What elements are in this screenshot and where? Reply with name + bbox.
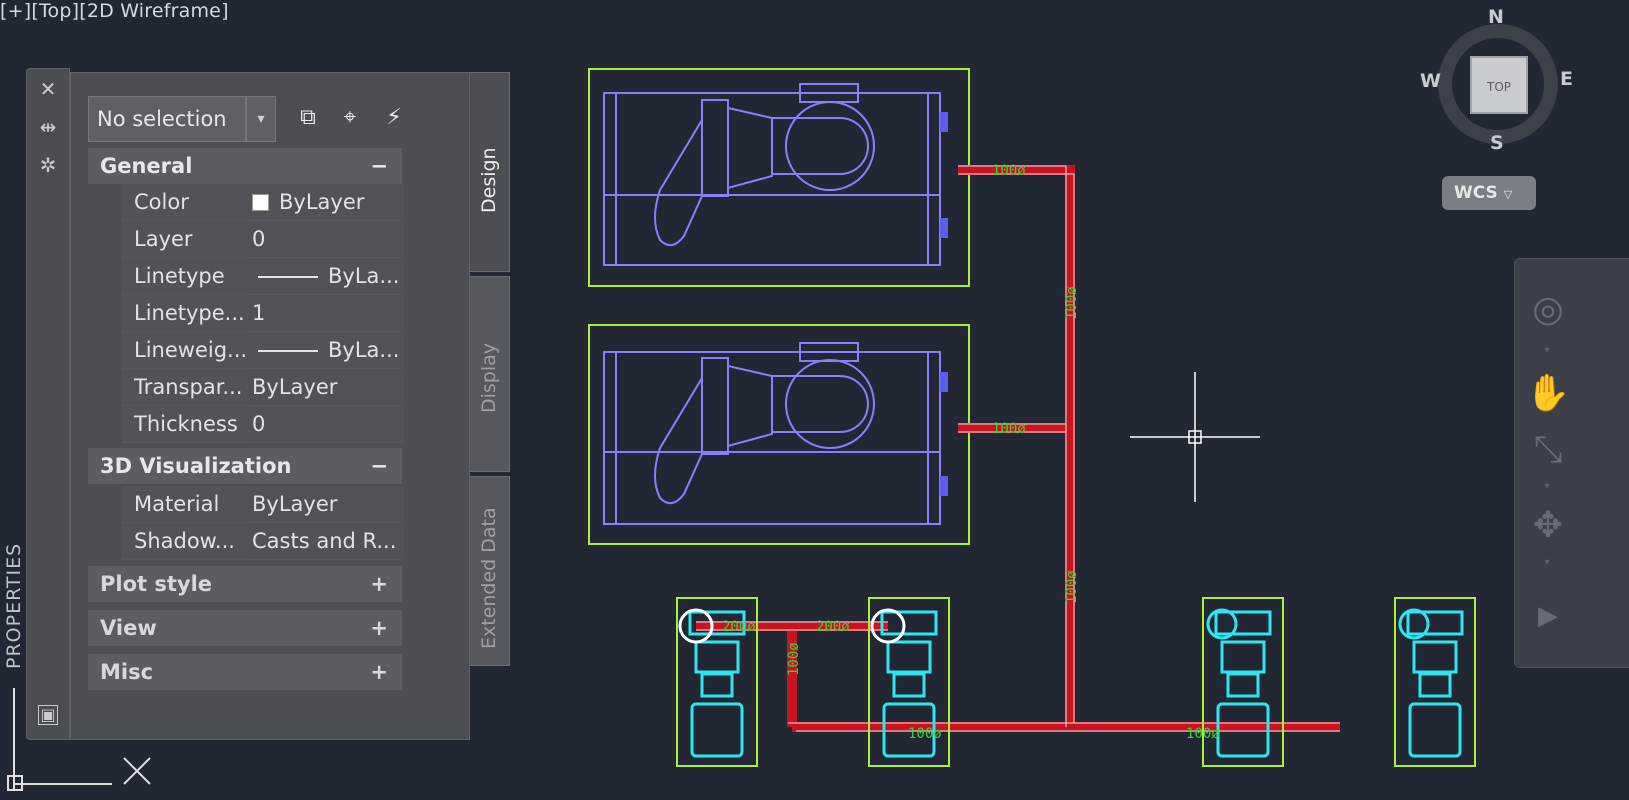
tab-label: Design [478, 147, 500, 213]
compass-south[interactable]: S [1490, 132, 1504, 154]
property-row-thickness[interactable]: Thickness 0 [122, 406, 404, 443]
auto-hide-icon[interactable]: ⇹ [35, 115, 61, 139]
property-value[interactable]: ByLayer [248, 184, 404, 220]
property-row-shadow[interactable]: Shadow... Casts and R... [122, 523, 404, 560]
property-value[interactable]: ByLayer [248, 369, 404, 405]
property-name: Linetype [122, 258, 257, 294]
select-objects-icon[interactable]: ⌖ [332, 100, 368, 136]
property-value[interactable]: ByLa... [248, 332, 404, 368]
chevron-down-icon: ▽ [1503, 188, 1513, 201]
property-name: Lineweig... [122, 332, 257, 368]
property-value[interactable]: ByLa... [248, 258, 404, 294]
section-misc-title: Misc [100, 660, 154, 684]
section-general-title: General [100, 154, 193, 178]
pipe-label: 100ø [992, 421, 1026, 437]
close-icon[interactable]: ✕ [35, 77, 61, 101]
property-value[interactable]: Casts and R... [248, 523, 404, 559]
pipe-label: 100ø [786, 642, 802, 676]
section-general-header[interactable]: General − [88, 148, 402, 184]
toggle-pickadd-icon[interactable]: ⧉ [290, 100, 326, 136]
property-value[interactable]: 1 [248, 295, 404, 331]
expand-icon[interactable]: + [370, 566, 388, 602]
ucs-label: WCS [1454, 183, 1498, 203]
property-row-lineweight[interactable]: Lineweig... ByLa... [122, 332, 404, 369]
collapse-icon[interactable]: − [370, 148, 388, 184]
pipe-label: 100ø [1064, 570, 1080, 604]
viewcube-top-face[interactable]: TOP [1470, 56, 1528, 114]
steering-wheel-icon[interactable]: ◎ [1523, 287, 1573, 333]
section-plot-style-title: Plot style [100, 572, 213, 596]
properties-palette[interactable]: ✕ ⇹ ✲ PROPERTIES ▣ No selection ▾ ⧉ ⌖ ⚡ … [3, 68, 510, 740]
lineweight-preview-icon [258, 350, 318, 352]
expand-icon[interactable]: + [370, 654, 388, 690]
property-row-material[interactable]: Material ByLayer [122, 486, 404, 523]
orbit-icon[interactable]: ✥ [1523, 503, 1573, 549]
pump-4[interactable] [1394, 597, 1476, 767]
property-name: Linetype... [122, 295, 257, 331]
viewcube[interactable]: TOP N S E W [1420, 6, 1580, 160]
linetype-preview-icon [258, 276, 318, 278]
property-name: Transpar... [122, 369, 257, 405]
section-view-title: View [100, 616, 157, 640]
section-misc-header[interactable]: Misc + [88, 654, 402, 690]
navigation-bar[interactable]: ◎ ▾ ✋ ⤡ ▾ ✥ ▾ ▶ [1514, 258, 1629, 668]
zoom-extents-icon[interactable]: ⤡ [1523, 427, 1573, 473]
chevron-down-icon[interactable]: ▾ [1537, 345, 1557, 356]
section-plot-style-header[interactable]: Plot style + [88, 566, 402, 602]
property-name: Layer [122, 221, 257, 257]
tab-label: Display [478, 342, 500, 413]
property-row-linetype-scale[interactable]: Linetype... 1 [122, 295, 404, 332]
property-row-linetype[interactable]: Linetype ByLa... [122, 258, 404, 295]
pipe-label: 100ø [992, 163, 1026, 179]
property-name: Thickness [122, 406, 257, 442]
ucs-menu-button[interactable]: WCS ▽ [1442, 176, 1536, 210]
tab-label: Extended Data [478, 507, 500, 649]
property-row-color[interactable]: Color ByLayer [122, 184, 404, 221]
selection-dropdown[interactable]: No selection [88, 96, 246, 142]
tab-display[interactable]: Display [470, 276, 510, 472]
palette-tabs: Design Display Extended Data [470, 68, 510, 668]
pipe-label: 200ø [816, 619, 850, 635]
pipe-label: 100ø [1064, 286, 1080, 320]
property-value[interactable]: 0 [248, 406, 404, 442]
palette-title-strip[interactable]: ✕ ⇹ ✲ PROPERTIES ▣ [3, 68, 70, 740]
pipe-label: 100ø [908, 726, 942, 742]
tab-design[interactable]: Design [470, 72, 510, 272]
pipe-label: 200ø [722, 619, 756, 635]
equipment-block-2[interactable] [588, 324, 970, 545]
property-row-transparency[interactable]: Transpar... ByLayer [122, 369, 404, 406]
palette-menu-icon[interactable]: ▣ [38, 705, 58, 725]
chevron-down-icon[interactable]: ▾ [246, 96, 276, 142]
property-value[interactable]: 0 [248, 221, 404, 257]
gear-icon[interactable]: ✲ [35, 153, 61, 177]
quick-select-icon[interactable]: ⚡ [376, 100, 412, 136]
property-value-text: ByLa... [328, 264, 400, 288]
showmotion-icon[interactable]: ▶ [1523, 593, 1573, 639]
palette-title: PROPERTIES [3, 542, 25, 669]
compass-east[interactable]: E [1560, 68, 1573, 90]
equipment-block-1[interactable] [588, 68, 970, 287]
crosshair-cursor [1130, 372, 1260, 502]
property-name: Color [122, 184, 257, 220]
collapse-icon[interactable]: − [370, 448, 388, 484]
tab-extended-data[interactable]: Extended Data [470, 476, 510, 666]
property-value-text: ByLayer [279, 190, 365, 214]
chevron-down-icon[interactable]: ▾ [1537, 481, 1557, 492]
section-view-header[interactable]: View + [88, 610, 402, 646]
property-row-layer[interactable]: Layer 0 [122, 221, 404, 258]
section-3d-visualization-header[interactable]: 3D Visualization − [88, 448, 402, 484]
color-swatch-icon [252, 194, 269, 211]
property-name: Material [122, 486, 257, 522]
property-value-text: ByLa... [328, 338, 400, 362]
pipe-label: 100ø [1186, 726, 1220, 742]
compass-west[interactable]: W [1420, 70, 1441, 92]
section-3d-visualization-title: 3D Visualization [100, 454, 292, 478]
chevron-down-icon[interactable]: ▾ [1537, 557, 1557, 568]
compass-north[interactable]: N [1488, 6, 1504, 28]
expand-icon[interactable]: + [370, 610, 388, 646]
property-name: Shadow... [122, 523, 257, 559]
property-value[interactable]: ByLayer [248, 486, 404, 522]
pan-hand-icon[interactable]: ✋ [1523, 371, 1573, 417]
